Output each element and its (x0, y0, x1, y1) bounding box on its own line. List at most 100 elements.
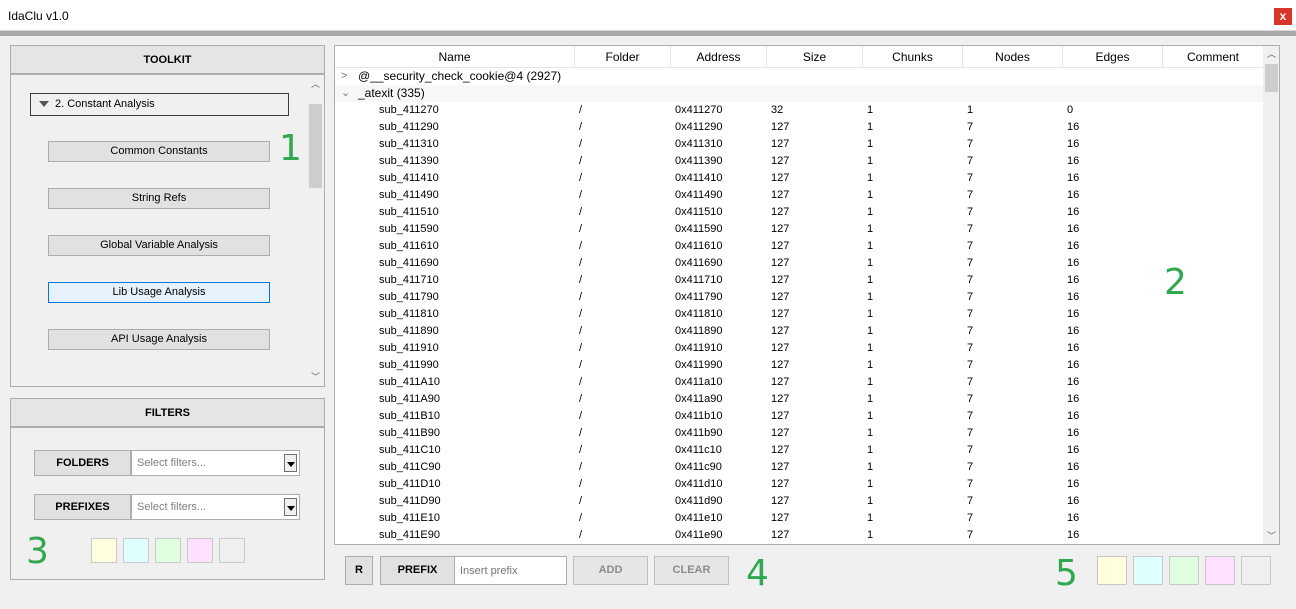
table-row[interactable]: sub_411310 / 0x411310 127 1 7 16 (335, 136, 1263, 153)
cell-chunks: 1 (867, 359, 874, 371)
cell-folder: / (579, 359, 583, 371)
column-header-name[interactable]: Name (335, 46, 575, 68)
color-swatch-green[interactable] (1169, 556, 1199, 585)
table-row[interactable]: sub_411910 / 0x411910 127 1 7 16 (335, 340, 1263, 357)
column-header-edges[interactable]: Edges (1063, 46, 1163, 68)
category-header[interactable]: 2. Constant Analysis (30, 93, 289, 116)
table-row[interactable]: sub_411810 / 0x411810 127 1 7 16 (335, 306, 1263, 323)
scrollbar-thumb[interactable] (309, 104, 322, 188)
scroll-down-icon[interactable]: ﹀ (1263, 528, 1279, 544)
api-usage-analysis-button[interactable]: API Usage Analysis (48, 329, 270, 350)
clear-button[interactable]: CLEAR (654, 556, 729, 585)
common-constants-button[interactable]: Common Constants (48, 141, 270, 162)
table-row[interactable]: sub_411290 / 0x411290 127 1 7 16 (335, 119, 1263, 136)
column-header-nodes[interactable]: Nodes (963, 46, 1063, 68)
cell-name: sub_411390 (379, 155, 439, 167)
table-row[interactable]: sub_411E10 / 0x411e10 127 1 7 16 (335, 510, 1263, 527)
lib-usage-analysis-button[interactable]: Lib Usage Analysis (48, 282, 270, 303)
table-row[interactable]: sub_411790 / 0x411790 127 1 7 16 (335, 289, 1263, 306)
dropdown-arrow-icon[interactable] (284, 454, 297, 472)
cell-folder: / (579, 257, 583, 269)
table-row[interactable]: sub_411E90 / 0x411e90 127 1 7 16 (335, 527, 1263, 544)
tree-group-row[interactable]: ⌄ _atexit (335) (335, 85, 1263, 102)
table-row[interactable]: sub_411710 / 0x411710 127 1 7 16 (335, 272, 1263, 289)
cell-size: 127 (771, 393, 790, 405)
column-header-chunks[interactable]: Chunks (863, 46, 963, 68)
table-row[interactable]: sub_411270 / 0x411270 32 1 1 0 (335, 102, 1263, 119)
column-header-folder[interactable]: Folder (575, 46, 671, 68)
cell-name: sub_411B90 (379, 427, 440, 439)
color-swatch-gray[interactable] (219, 538, 245, 563)
column-header-address[interactable]: Address (671, 46, 767, 68)
color-swatch-yellow[interactable] (1097, 556, 1127, 585)
scroll-up-icon[interactable]: ︿ (307, 76, 324, 92)
toolkit-scrollbar[interactable]: ︿ ﹀ (307, 76, 324, 385)
cell-address: 0x411990 (675, 359, 723, 371)
cell-name: sub_411D10 (379, 478, 441, 490)
cell-name: sub_411710 (379, 274, 439, 286)
table-row[interactable]: sub_411690 / 0x411690 127 1 7 16 (335, 255, 1263, 272)
prefixes-label[interactable]: PREFIXES (34, 494, 131, 520)
scroll-down-icon[interactable]: ﹀ (307, 369, 324, 385)
color-swatch-pink[interactable] (187, 538, 213, 563)
dropdown-arrow-icon[interactable] (284, 498, 297, 516)
table-row[interactable]: sub_411890 / 0x411890 127 1 7 16 (335, 323, 1263, 340)
color-swatch-pink[interactable] (1205, 556, 1235, 585)
cell-size: 127 (771, 206, 790, 218)
add-button[interactable]: ADD (573, 556, 648, 585)
table-row[interactable]: sub_411990 / 0x411990 127 1 7 16 (335, 357, 1263, 374)
prefixes-select[interactable]: Select filters... (131, 494, 300, 520)
table-row[interactable]: sub_411390 / 0x411390 127 1 7 16 (335, 153, 1263, 170)
table-row[interactable]: sub_411D90 / 0x411d90 127 1 7 16 (335, 493, 1263, 510)
function-tree[interactable]: Name Folder Address Size Chunks Nodes Ed… (334, 45, 1280, 545)
cell-edges: 16 (1067, 121, 1080, 133)
table-row[interactable]: sub_411B90 / 0x411b90 127 1 7 16 (335, 425, 1263, 442)
string-refs-button[interactable]: String Refs (48, 188, 270, 209)
prefix-label[interactable]: PREFIX (380, 556, 455, 585)
table-row[interactable]: sub_411C10 / 0x411c10 127 1 7 16 (335, 442, 1263, 459)
cell-nodes: 7 (967, 359, 974, 371)
cell-edges: 16 (1067, 512, 1080, 524)
chevron-down-icon[interactable]: ⌄ (341, 85, 350, 102)
cell-address: 0x411510 (675, 206, 723, 218)
color-swatch-green[interactable] (155, 538, 181, 563)
table-row[interactable]: sub_411C90 / 0x411c90 127 1 7 16 (335, 459, 1263, 476)
tree-scrollbar-track[interactable]: ︿ ﹀ (1263, 46, 1279, 544)
table-row[interactable]: sub_411590 / 0x411590 127 1 7 16 (335, 221, 1263, 238)
cell-address: 0x411290 (675, 121, 723, 133)
cell-chunks: 1 (867, 172, 874, 184)
close-button[interactable]: x (1274, 8, 1292, 25)
table-row[interactable]: sub_411510 / 0x411510 127 1 7 16 (335, 204, 1263, 221)
table-row[interactable]: sub_411A10 / 0x411a10 127 1 7 16 (335, 374, 1263, 391)
folders-select[interactable]: Select filters... (131, 450, 300, 476)
prefix-input[interactable] (454, 556, 567, 585)
color-swatch-cyan[interactable] (1133, 556, 1163, 585)
scrollbar-thumb[interactable] (1265, 64, 1278, 92)
chevron-right-icon[interactable]: > (341, 68, 347, 85)
table-row[interactable]: sub_411D10 / 0x411d10 127 1 7 16 (335, 476, 1263, 493)
global-variable-analysis-button[interactable]: Global Variable Analysis (48, 235, 270, 256)
cell-folder: / (579, 495, 583, 507)
cell-edges: 16 (1067, 308, 1080, 320)
scroll-up-icon[interactable]: ︿ (1263, 46, 1279, 62)
table-row[interactable]: sub_411A90 / 0x411a90 127 1 7 16 (335, 391, 1263, 408)
color-swatch-cyan[interactable] (123, 538, 149, 563)
tree-group-row[interactable]: > @__security_check_cookie@4 (2927) (335, 68, 1263, 85)
table-row[interactable]: sub_411B10 / 0x411b10 127 1 7 16 (335, 408, 1263, 425)
color-swatch-yellow[interactable] (91, 538, 117, 563)
cell-folder: / (579, 206, 583, 218)
cell-folder: / (579, 512, 583, 524)
column-header-comment[interactable]: Comment (1163, 46, 1263, 68)
cell-address: 0x411390 (675, 155, 723, 167)
column-header-size[interactable]: Size (767, 46, 863, 68)
table-row[interactable]: sub_411410 / 0x411410 127 1 7 16 (335, 170, 1263, 187)
cell-folder: / (579, 342, 583, 354)
table-row[interactable]: sub_411490 / 0x411490 127 1 7 16 (335, 187, 1263, 204)
table-row[interactable]: sub_411610 / 0x411610 127 1 7 16 (335, 238, 1263, 255)
color-swatch-gray[interactable] (1241, 556, 1271, 585)
cell-folder: / (579, 104, 583, 116)
tree-scrollbar[interactable]: ︿ ﹀ (1263, 46, 1279, 544)
folders-label[interactable]: FOLDERS (34, 450, 131, 476)
cell-size: 127 (771, 189, 790, 201)
refresh-button[interactable]: R (345, 556, 373, 585)
